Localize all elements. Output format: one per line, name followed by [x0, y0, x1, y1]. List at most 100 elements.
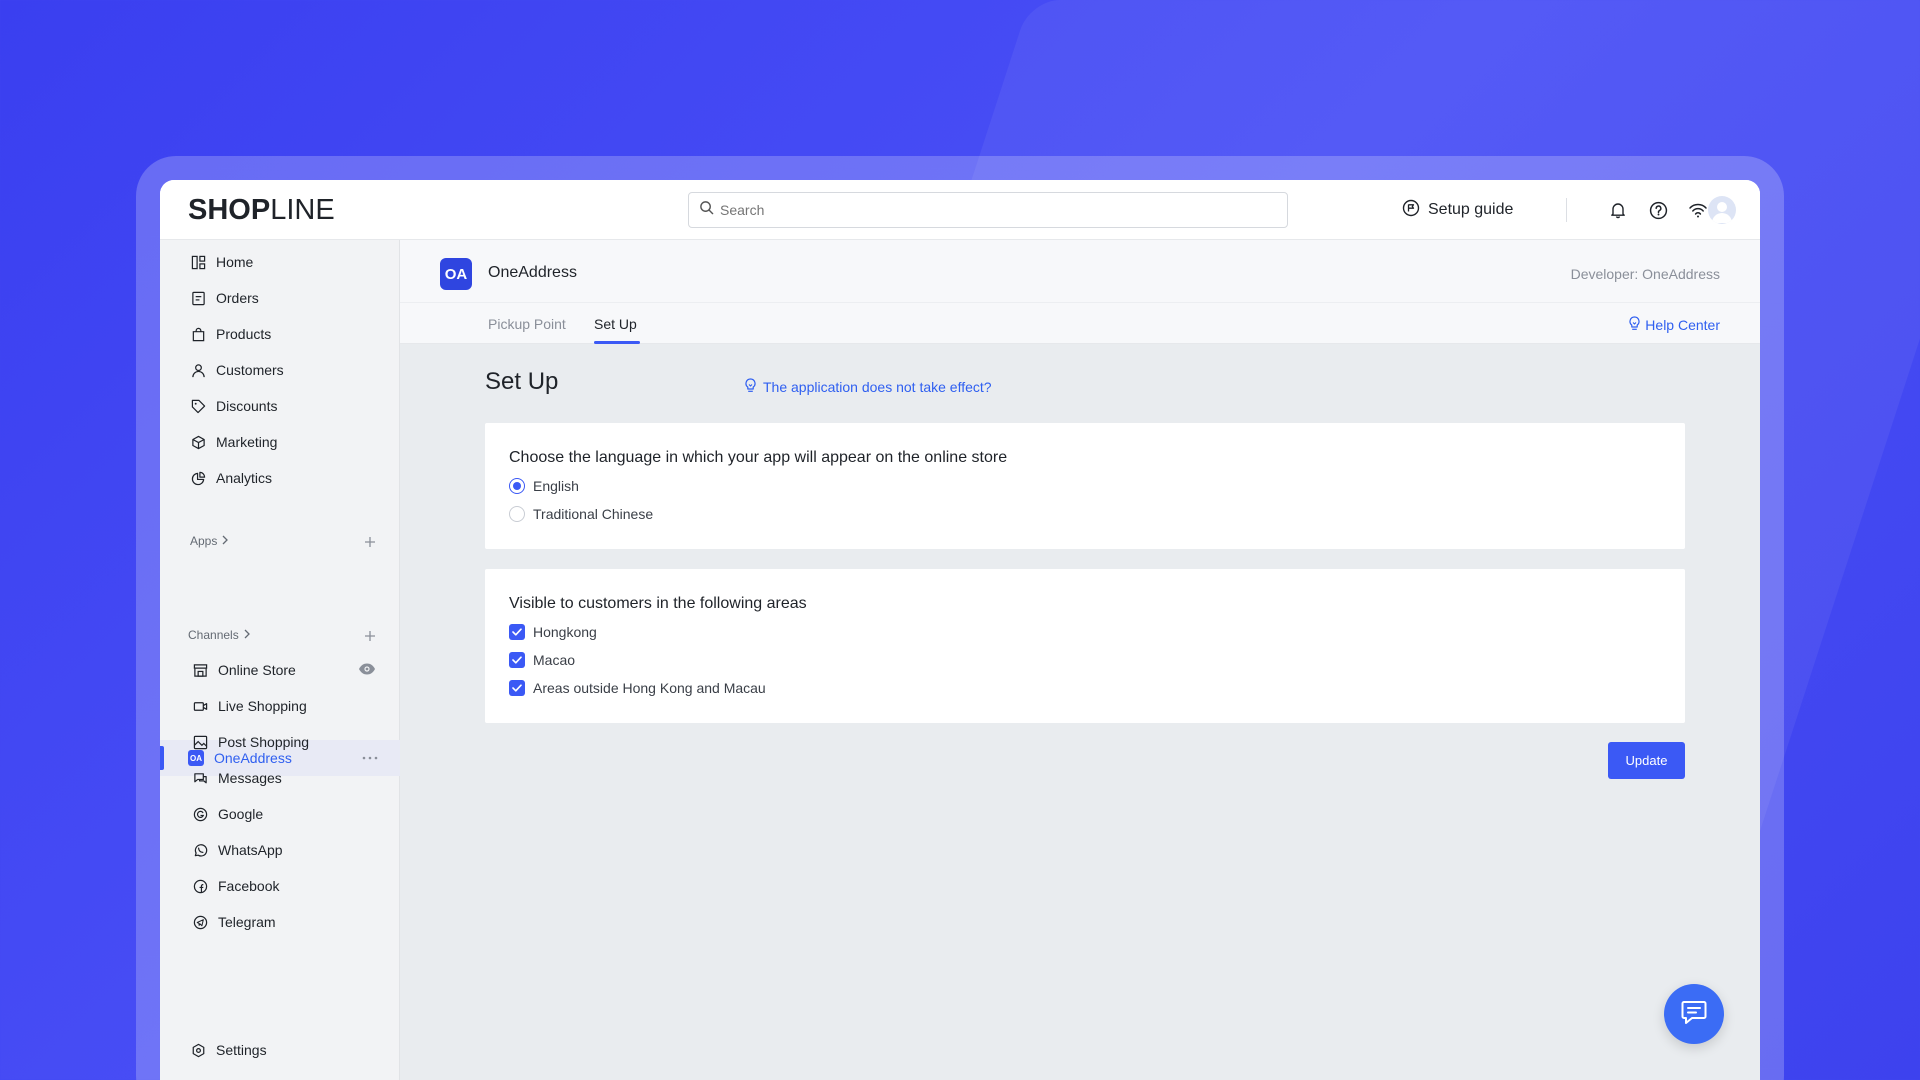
store-icon: [192, 662, 208, 678]
chat-button[interactable]: [1664, 984, 1724, 1044]
app-header: OA OneAddress Developer: OneAddress Pick…: [400, 240, 1760, 344]
plus-icon: [364, 534, 376, 550]
sidebar-item-label: Telegram: [218, 914, 276, 930]
setup-guide-button[interactable]: Setup guide: [1402, 198, 1513, 222]
language-card-title: Choose the language in which your app wi…: [509, 449, 1008, 466]
sidebar-item-label: Orders: [216, 290, 259, 306]
bulb-icon: [744, 378, 757, 396]
sidebar-item-online-store[interactable]: Online Store: [160, 652, 400, 688]
app-name: OneAddress: [488, 264, 577, 281]
apps-section-link[interactable]: Apps: [190, 534, 229, 548]
sidebar-item-label: Messages: [218, 770, 282, 786]
tab-pickup-point[interactable]: Pickup Point: [488, 316, 566, 332]
chevron-right-icon: [221, 534, 229, 548]
not-take-effect-link[interactable]: The application does not take effect?: [744, 378, 992, 396]
sidebar-item-label: Discounts: [216, 398, 278, 414]
area-option-hongkong[interactable]: Hongkong: [509, 624, 597, 640]
channels-section-link[interactable]: Channels: [188, 628, 251, 642]
developer-label: Developer: OneAddress: [1570, 266, 1720, 282]
language-option-traditional-chinese[interactable]: Traditional Chinese: [509, 506, 653, 522]
sidebar-item-discounts[interactable]: Discounts: [160, 388, 400, 424]
sidebar-item-label: Marketing: [216, 434, 278, 450]
sidebar-item-facebook[interactable]: Facebook: [160, 868, 400, 904]
sidebar-item-label: Google: [218, 806, 264, 822]
avatar[interactable]: [1708, 196, 1736, 224]
add-app-button[interactable]: [362, 534, 378, 550]
home-icon: [190, 254, 206, 270]
sidebar-item-post-shopping[interactable]: Post Shopping: [160, 724, 400, 760]
update-button[interactable]: Update: [1608, 742, 1685, 779]
plus-icon: [364, 628, 376, 644]
messages-icon: [192, 770, 208, 786]
help-icon[interactable]: [1646, 198, 1670, 222]
top-bar: SHOPLINE Setup guide: [160, 180, 1760, 240]
app-window: SHOPLINE Setup guide: [160, 180, 1760, 1080]
google-icon: [192, 806, 208, 822]
bag-icon: [190, 326, 206, 342]
sidebar-item-live-shopping[interactable]: Live Shopping: [160, 688, 400, 724]
wifi-icon[interactable]: [1686, 198, 1710, 222]
not-take-effect-label: The application does not take effect?: [763, 379, 992, 395]
radio-button[interactable]: [509, 506, 525, 522]
chevron-right-icon: [243, 628, 251, 642]
area-option-outside[interactable]: Areas outside Hong Kong and Macau: [509, 680, 766, 696]
option-label: Hongkong: [533, 624, 597, 640]
video-icon: [192, 698, 208, 714]
page-title: Set Up: [485, 368, 559, 395]
search-box[interactable]: [688, 192, 1288, 228]
sidebar-item-messages[interactable]: Messages: [160, 760, 400, 796]
bell-icon[interactable]: [1606, 198, 1630, 222]
oneaddress-logo: OA: [440, 258, 472, 290]
help-center-link[interactable]: Help Center: [1628, 316, 1720, 334]
gear-icon: [190, 1042, 206, 1058]
option-label: Traditional Chinese: [533, 506, 654, 522]
chat-icon: [1680, 999, 1708, 1030]
check-icon: [512, 628, 522, 636]
sidebar-item-analytics[interactable]: Analytics: [160, 460, 400, 496]
checkbox[interactable]: [509, 680, 525, 696]
sidebar-item-label: Customers: [216, 362, 284, 378]
sidebar-item-label: Analytics: [216, 470, 273, 486]
tab-set-up[interactable]: Set Up: [594, 316, 637, 332]
check-icon: [512, 656, 522, 664]
sidebar-item-customers[interactable]: Customers: [160, 352, 400, 388]
sidebar-item-label: Post Shopping: [218, 734, 310, 750]
checkbox[interactable]: [509, 652, 525, 668]
radio-button[interactable]: [509, 478, 525, 494]
eye-icon[interactable]: [358, 662, 376, 679]
sidebar-item-label: Products: [216, 326, 272, 342]
post-icon: [192, 734, 208, 750]
sidebar-item-settings[interactable]: Settings: [160, 1032, 400, 1068]
area-option-macao[interactable]: Macao: [509, 652, 575, 668]
add-channel-button[interactable]: [362, 628, 378, 644]
telegram-icon: [192, 914, 208, 930]
shopline-logo[interactable]: SHOPLINE: [188, 196, 335, 225]
language-option-english[interactable]: English: [509, 478, 579, 494]
sidebar-item-products[interactable]: Products: [160, 316, 400, 352]
sidebar-item-label: Live Shopping: [218, 698, 307, 714]
sidebar-item-orders[interactable]: Orders: [160, 280, 400, 316]
sidebar-item-whatsapp[interactable]: WhatsApp: [160, 832, 400, 868]
sidebar-item-label: Home: [216, 254, 254, 270]
option-label: Areas outside Hong Kong and Macau: [533, 680, 766, 696]
sidebar-item-marketing[interactable]: Marketing: [160, 424, 400, 460]
language-card: Choose the language in which your app wi…: [485, 423, 1685, 549]
flag-icon: [1402, 199, 1420, 222]
search-input[interactable]: [720, 202, 1260, 218]
sidebar-item-label: WhatsApp: [218, 842, 283, 858]
active-tab-indicator: [594, 341, 640, 344]
whatsapp-icon: [192, 842, 208, 858]
person-icon: [190, 362, 206, 378]
sidebar-item-google[interactable]: Google: [160, 796, 400, 832]
channels-section-label: Channels: [188, 628, 239, 642]
orders-icon: [190, 290, 206, 306]
sidebar-item-home[interactable]: Home: [160, 244, 400, 280]
option-label: Macao: [533, 652, 576, 668]
sidebar-item-telegram[interactable]: Telegram: [160, 904, 400, 940]
sidebar: Home Orders Products Customers Discounts…: [160, 240, 400, 1080]
bulb-icon: [1628, 316, 1641, 334]
checkbox[interactable]: [509, 624, 525, 640]
pie-icon: [190, 470, 206, 486]
main-content: OA OneAddress Developer: OneAddress Pick…: [400, 240, 1760, 1080]
sidebar-item-label: Settings: [216, 1042, 267, 1058]
